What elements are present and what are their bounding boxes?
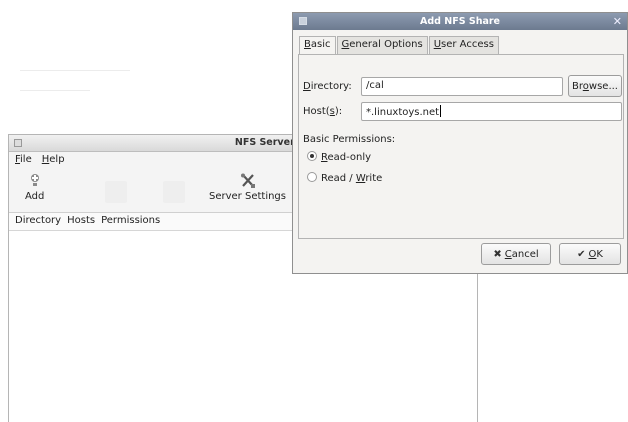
dialog-title: Add NFS Share bbox=[420, 16, 500, 27]
cancel-button[interactable]: ✖ Cancel bbox=[481, 243, 551, 265]
dialog-tabs: Basic General Options User Access bbox=[299, 36, 500, 55]
tab-user-access[interactable]: User Access bbox=[428, 36, 499, 54]
read-write-radio[interactable]: Read / Write bbox=[307, 172, 382, 184]
add-label: Add bbox=[25, 191, 45, 202]
add-nfs-share-dialog: Add NFS Share ✕ Basic General Options Us… bbox=[292, 12, 628, 274]
disabled-toolbar-icon bbox=[163, 181, 185, 203]
server-settings-button[interactable]: Server Settings bbox=[209, 173, 286, 202]
radio-unselected-icon bbox=[307, 172, 317, 182]
tab-general-options[interactable]: General Options bbox=[336, 36, 428, 54]
ok-button[interactable]: ✔ OK bbox=[559, 243, 621, 265]
column-directory[interactable]: Directory bbox=[15, 215, 61, 228]
browse-button[interactable]: Browse... bbox=[568, 75, 622, 97]
column-permissions[interactable]: Permissions bbox=[101, 215, 160, 228]
tools-icon bbox=[209, 173, 286, 191]
radio-selected-icon bbox=[307, 151, 317, 161]
x-cancel-icon: ✖ bbox=[493, 248, 502, 260]
read-only-radio[interactable]: Read-only bbox=[307, 151, 371, 163]
disabled-toolbar-icon bbox=[105, 181, 127, 203]
background-line bbox=[20, 90, 90, 91]
text-cursor bbox=[440, 105, 442, 117]
basic-permissions-heading: Basic Permissions: bbox=[303, 134, 396, 145]
dialog-titlebar[interactable]: Add NFS Share ✕ bbox=[293, 13, 627, 30]
menu-help[interactable]: Help bbox=[42, 154, 65, 167]
ok-icon: ✔ bbox=[577, 248, 586, 260]
menu-file[interactable]: File bbox=[15, 154, 32, 167]
server-settings-label: Server Settings bbox=[209, 191, 286, 202]
plus-icon bbox=[25, 173, 44, 191]
add-button[interactable]: Add bbox=[25, 173, 44, 202]
basic-panel: Directory: /cal Browse... Host(s): *.lin… bbox=[298, 54, 624, 239]
hosts-field[interactable]: *.linuxtoys.net bbox=[361, 102, 622, 121]
background-line bbox=[20, 70, 130, 71]
column-hosts[interactable]: Hosts bbox=[67, 215, 95, 228]
tab-basic[interactable]: Basic bbox=[299, 36, 336, 55]
close-icon[interactable]: ✕ bbox=[613, 15, 622, 28]
directory-label: Directory: bbox=[303, 81, 352, 92]
hosts-label: Host(s): bbox=[303, 106, 343, 117]
directory-field[interactable]: /cal bbox=[361, 77, 563, 96]
